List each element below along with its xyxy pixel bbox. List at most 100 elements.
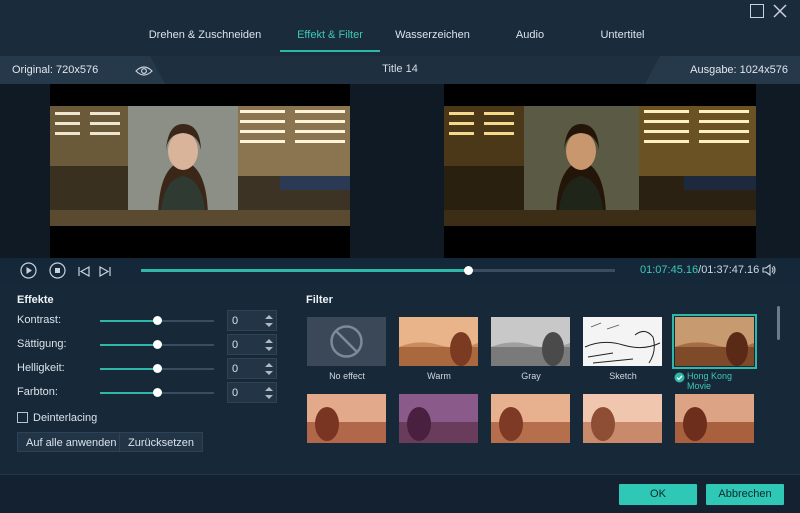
hue-row: Farbton: 0 (0, 382, 290, 404)
next-frame-icon[interactable] (99, 264, 111, 282)
filter-label-sketch: Sketch (609, 371, 637, 381)
hong-kong-movie-thumbnail (675, 317, 754, 366)
filter-label-no-effect: No effect (329, 371, 365, 381)
footer: OK Abbrechen (0, 474, 800, 513)
timeline-progress (141, 269, 469, 272)
filter-thumbnail-image (675, 394, 754, 443)
brightness-stepper[interactable]: 0 (227, 358, 277, 379)
current-time: 01:07:45.16 (640, 264, 699, 276)
filter-sketch[interactable] (583, 317, 662, 366)
volume-icon[interactable] (762, 263, 777, 282)
tab-subtitle[interactable]: Untertitel (575, 18, 670, 52)
hue-slider[interactable] (100, 388, 214, 397)
close-icon[interactable] (773, 4, 787, 18)
filter-thumbnail[interactable] (583, 394, 662, 443)
no-effect-icon (330, 325, 363, 358)
saturation-slider-fill (100, 344, 157, 346)
brightness-slider-knob[interactable] (153, 364, 162, 373)
timeline-slider[interactable] (141, 266, 615, 275)
hue-value: 0 (232, 387, 239, 399)
output-preview (444, 84, 756, 258)
chevron-up-icon[interactable] (265, 386, 273, 392)
hue-label: Farbton: (17, 386, 58, 398)
filter-label-gray: Gray (521, 371, 541, 381)
output-resolution: Ausgabe: 1024x576 (690, 64, 788, 76)
ok-button[interactable]: OK (619, 484, 697, 505)
contrast-slider-knob[interactable] (153, 316, 162, 325)
tab-rotate-crop[interactable]: Drehen & Zuschneiden (130, 18, 280, 52)
filter-warm[interactable] (399, 317, 478, 366)
filter-thumbnail[interactable] (399, 394, 478, 443)
stop-icon[interactable] (49, 262, 66, 284)
original-preview (50, 84, 350, 258)
reset-button[interactable]: Zurücksetzen (119, 432, 204, 452)
total-time: 01:37:47.16 (701, 264, 760, 276)
sketch-thumbnail (583, 317, 662, 366)
hue-slider-knob[interactable] (153, 388, 162, 397)
output-video-frame (444, 106, 756, 226)
tab-watermark[interactable]: Wasserzeichen (380, 18, 485, 52)
filter-hong-kong-movie[interactable] (672, 314, 757, 369)
play-icon[interactable] (20, 262, 37, 284)
brightness-row: Helligkeit: 0 (0, 358, 290, 380)
saturation-label: Sättigung: (17, 338, 67, 350)
saturation-value: 0 (232, 339, 239, 351)
chevron-down-icon[interactable] (265, 346, 273, 352)
contrast-label: Kontrast: (17, 314, 62, 326)
brightness-label: Helligkeit: (17, 362, 65, 374)
tab-audio[interactable]: Audio (485, 18, 575, 52)
effects-heading: Effekte (17, 294, 54, 306)
apply-to-all-button[interactable]: Auf alle anwenden (17, 432, 126, 452)
chevron-down-icon[interactable] (265, 370, 273, 376)
filter-thumbnail[interactable] (491, 394, 570, 443)
timecode: 01:07:45.16/01:37:47.16 (640, 264, 759, 276)
chevron-up-icon[interactable] (265, 362, 273, 368)
filter-no-effect[interactable] (307, 317, 386, 366)
gray-thumbnail (491, 317, 570, 366)
deinterlacing-checkbox[interactable] (17, 412, 28, 423)
filter-label-hong-kong-movie: Hong Kong Movie (687, 371, 733, 391)
chevron-down-icon[interactable] (265, 394, 273, 400)
deinterlacing-label: Deinterlacing (33, 412, 98, 424)
chevron-up-icon[interactable] (265, 314, 273, 320)
cancel-button[interactable]: Abbrechen (706, 484, 784, 505)
previous-frame-icon[interactable] (78, 264, 90, 282)
filter-thumbnail[interactable] (307, 394, 386, 443)
filter-label-warm: Warm (427, 371, 451, 381)
hue-stepper[interactable]: 0 (227, 382, 277, 403)
info-bar: Original: 720x576 Title 14 Ausgabe: 1024… (0, 56, 800, 84)
filter-scrollbar[interactable] (777, 306, 780, 340)
filter-thumbnail[interactable] (675, 394, 754, 443)
filter-thumbnail-image (491, 394, 570, 443)
contrast-stepper[interactable]: 0 (227, 310, 277, 331)
hue-slider-fill (100, 392, 157, 394)
brightness-slider-fill (100, 368, 157, 370)
original-video-frame (50, 106, 350, 226)
contrast-slider-fill (100, 320, 157, 322)
top-bar: Drehen & Zuschneiden Effekt & Filter Was… (0, 0, 800, 56)
saturation-slider-knob[interactable] (153, 340, 162, 349)
video-title: Title 14 (382, 63, 418, 75)
saturation-slider[interactable] (100, 340, 214, 349)
filter-thumbnail-image (399, 394, 478, 443)
timeline-handle[interactable] (464, 266, 474, 275)
preview-area (0, 84, 800, 258)
filter-thumbnail-image (583, 394, 662, 443)
saturation-stepper[interactable]: 0 (227, 334, 277, 355)
tab-effect-filter[interactable]: Effekt & Filter (280, 18, 380, 52)
playback-controls: 01:07:45.16/01:37:47.16 (0, 258, 800, 282)
warm-thumbnail (399, 317, 478, 366)
effect-filter-panel: Effekte Kontrast: 0 Sättigung: 0 Helligk… (0, 282, 800, 474)
tab-bar: Drehen & Zuschneiden Effekt & Filter Was… (130, 18, 670, 52)
saturation-row: Sättigung: 0 (0, 334, 290, 356)
chevron-down-icon[interactable] (265, 322, 273, 328)
chevron-up-icon[interactable] (265, 338, 273, 344)
filter-gray[interactable] (491, 317, 570, 366)
filter-thumbnail-image (307, 394, 386, 443)
brightness-value: 0 (232, 363, 239, 375)
contrast-slider[interactable] (100, 316, 214, 325)
contrast-value: 0 (232, 315, 239, 327)
brightness-slider[interactable] (100, 364, 214, 373)
maximize-icon[interactable] (750, 4, 764, 18)
filter-heading: Filter (306, 294, 333, 306)
